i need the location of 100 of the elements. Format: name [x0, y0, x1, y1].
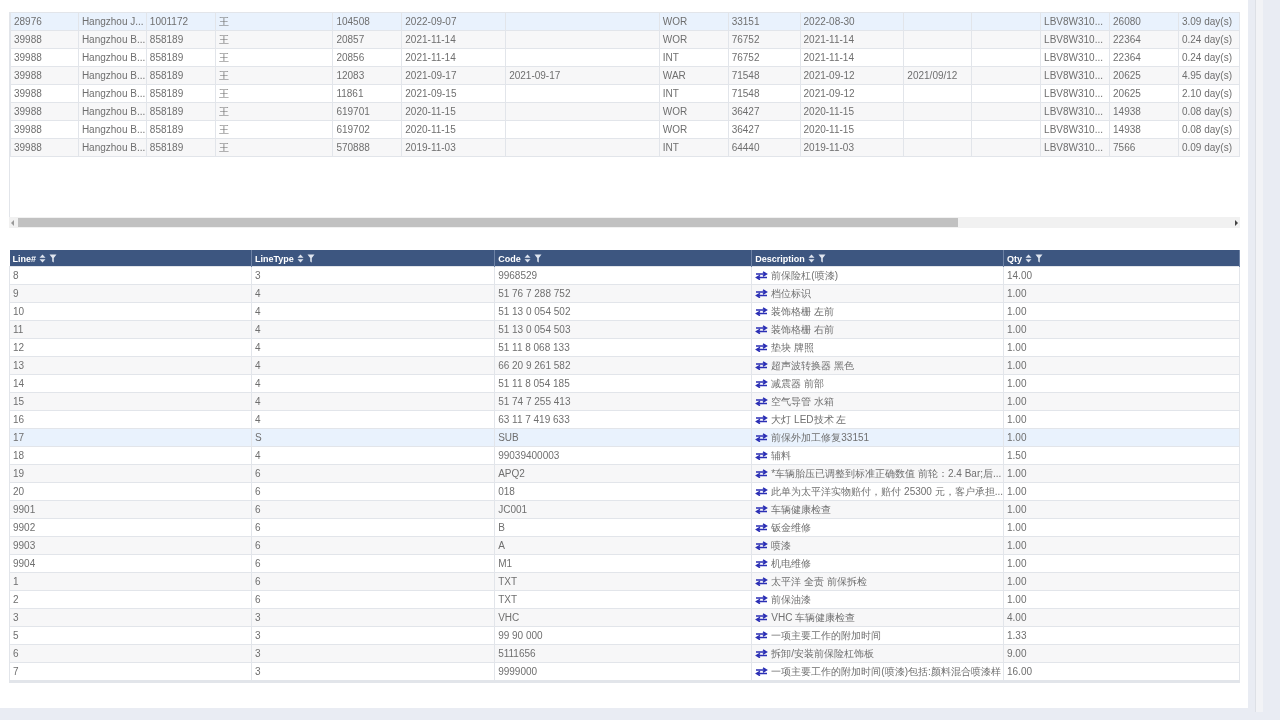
table-cell: 2019-11-03 [803, 142, 854, 153]
swap-arrows-icon[interactable] [755, 505, 769, 514]
table-cell: Hangzhou B... [81, 34, 146, 45]
sort-icon[interactable] [296, 254, 304, 263]
table-cell: 2022-08-30 [803, 16, 855, 27]
table-cell: 17 [13, 432, 25, 443]
swap-arrows-icon[interactable] [755, 433, 769, 442]
table-cell: 档位标识 [771, 286, 812, 301]
swap-arrows-icon[interactable] [755, 541, 769, 550]
table-cell: 0.24 day(s) [1181, 34, 1232, 45]
table-cell: WAR [662, 70, 686, 81]
swap-arrows-icon[interactable] [755, 667, 769, 676]
table-cell: 王 [218, 105, 229, 117]
table-cell: 858189 [149, 70, 184, 81]
table-cell: 15 [13, 396, 25, 407]
table-cell: 3 [255, 612, 261, 623]
table-cell: 1 [13, 576, 19, 587]
swap-arrows-icon[interactable] [755, 325, 769, 334]
swap-arrows-icon[interactable] [755, 577, 769, 586]
table-cell: 一项主要工作的附加时间 [771, 628, 882, 643]
sort-icon[interactable] [39, 254, 46, 263]
table-cell: 2020-11-15 [803, 106, 854, 117]
swap-arrows-icon[interactable] [755, 361, 769, 370]
filter-icon[interactable] [1035, 254, 1043, 263]
swap-arrows-icon[interactable] [755, 271, 769, 280]
table-cell: 14.00 [1007, 270, 1033, 281]
column-header[interactable]: Code [498, 253, 542, 264]
table-cell: 2021-11-14 [803, 52, 854, 63]
sort-icon[interactable] [523, 254, 531, 263]
filter-icon[interactable] [49, 254, 57, 263]
table-cell: 3 [13, 612, 19, 623]
swap-arrows-icon[interactable] [755, 343, 769, 352]
table-cell: TXT [498, 576, 518, 587]
table-cell: 16 [13, 414, 25, 425]
swap-arrows-icon[interactable] [755, 307, 769, 316]
table-cell: B [498, 522, 505, 533]
table-cell: VHC 车辆健康检查 [771, 610, 856, 625]
table-cell: 4 [255, 342, 261, 353]
swap-arrows-icon[interactable] [755, 487, 769, 496]
table-cell: 16.00 [1007, 666, 1033, 677]
table-cell: 4 [255, 288, 261, 299]
table-cell: 11 [13, 324, 24, 335]
swap-arrows-icon[interactable] [755, 415, 769, 424]
filter-icon[interactable] [533, 254, 542, 263]
table-cell: 36427 [731, 124, 760, 135]
table-cell: 王 [218, 51, 229, 63]
table-cell: 1.00 [1007, 540, 1027, 551]
sort-icon[interactable] [1025, 254, 1032, 263]
swap-arrows-icon[interactable] [755, 523, 769, 532]
swap-arrows-icon[interactable] [755, 631, 769, 640]
table-cell: 018 [498, 486, 515, 497]
table-cell: 大灯 LED技术 左 [771, 412, 847, 427]
column-header[interactable]: LineType [255, 253, 315, 264]
swap-arrows-icon[interactable] [755, 397, 769, 406]
swap-arrows-icon[interactable] [755, 649, 769, 658]
table-cell: 2020-11-15 [405, 106, 456, 117]
table-cell: TXT [498, 594, 518, 605]
table-cell: 19 [13, 468, 25, 479]
table-cell: 20625 [1113, 88, 1141, 99]
column-header[interactable]: Line# [12, 253, 57, 264]
sort-icon[interactable] [807, 254, 815, 263]
table-cell: 2021-09-17 [509, 70, 561, 81]
scrollbar-thumb[interactable] [18, 218, 958, 227]
table-cell: 1.00 [1007, 306, 1027, 317]
table-cell: 9 [13, 288, 19, 299]
filter-icon[interactable] [306, 254, 315, 263]
table-cell: LBV8W310... [1044, 142, 1103, 153]
swap-arrows-icon[interactable] [755, 289, 769, 298]
table-cell: 14938 [1113, 124, 1141, 135]
column-header[interactable]: Qty [1007, 253, 1043, 264]
column-header[interactable]: Description [755, 253, 826, 264]
table-cell: 1.00 [1007, 576, 1027, 587]
swap-arrows-icon[interactable] [755, 559, 769, 568]
table-cell: Hangzhou B... [81, 70, 146, 81]
table-cell: 6 [13, 648, 19, 659]
table-cell: 2021-09-15 [405, 88, 457, 99]
table-cell: 1.00 [1007, 360, 1027, 371]
table-cell: 前保险杠(喷漆) [771, 268, 838, 283]
swap-arrows-icon[interactable] [755, 613, 769, 622]
scroll-right-arrow-icon[interactable] [1233, 218, 1240, 227]
filter-icon[interactable] [817, 254, 826, 263]
table-cell: 装饰格栅 右前 [771, 322, 835, 337]
table-cell: 20 [13, 486, 25, 497]
table-cell: 4 [255, 360, 261, 371]
table-cell: 0.08 day(s) [1181, 124, 1232, 135]
table-cell: 2021-09-12 [803, 70, 855, 81]
swap-arrows-icon[interactable] [755, 595, 769, 604]
table-cell: 3.09 day(s) [1181, 16, 1232, 27]
table-cell: 2 [13, 594, 19, 605]
table-cell: 0.08 day(s) [1181, 106, 1232, 117]
table-cell: 63 11 7 419 633 [498, 414, 570, 425]
table-cell: 王 [218, 15, 229, 27]
swap-arrows-icon[interactable] [755, 451, 769, 460]
swap-arrows-icon[interactable] [755, 379, 769, 388]
table-cell: 9.00 [1007, 648, 1027, 659]
swap-arrows-icon[interactable] [755, 469, 769, 478]
table-cell: 14938 [1113, 106, 1141, 117]
table-cell: 1.00 [1007, 486, 1027, 497]
table-cell: 0.24 day(s) [1181, 52, 1232, 63]
table-cell: 6 [255, 558, 261, 569]
